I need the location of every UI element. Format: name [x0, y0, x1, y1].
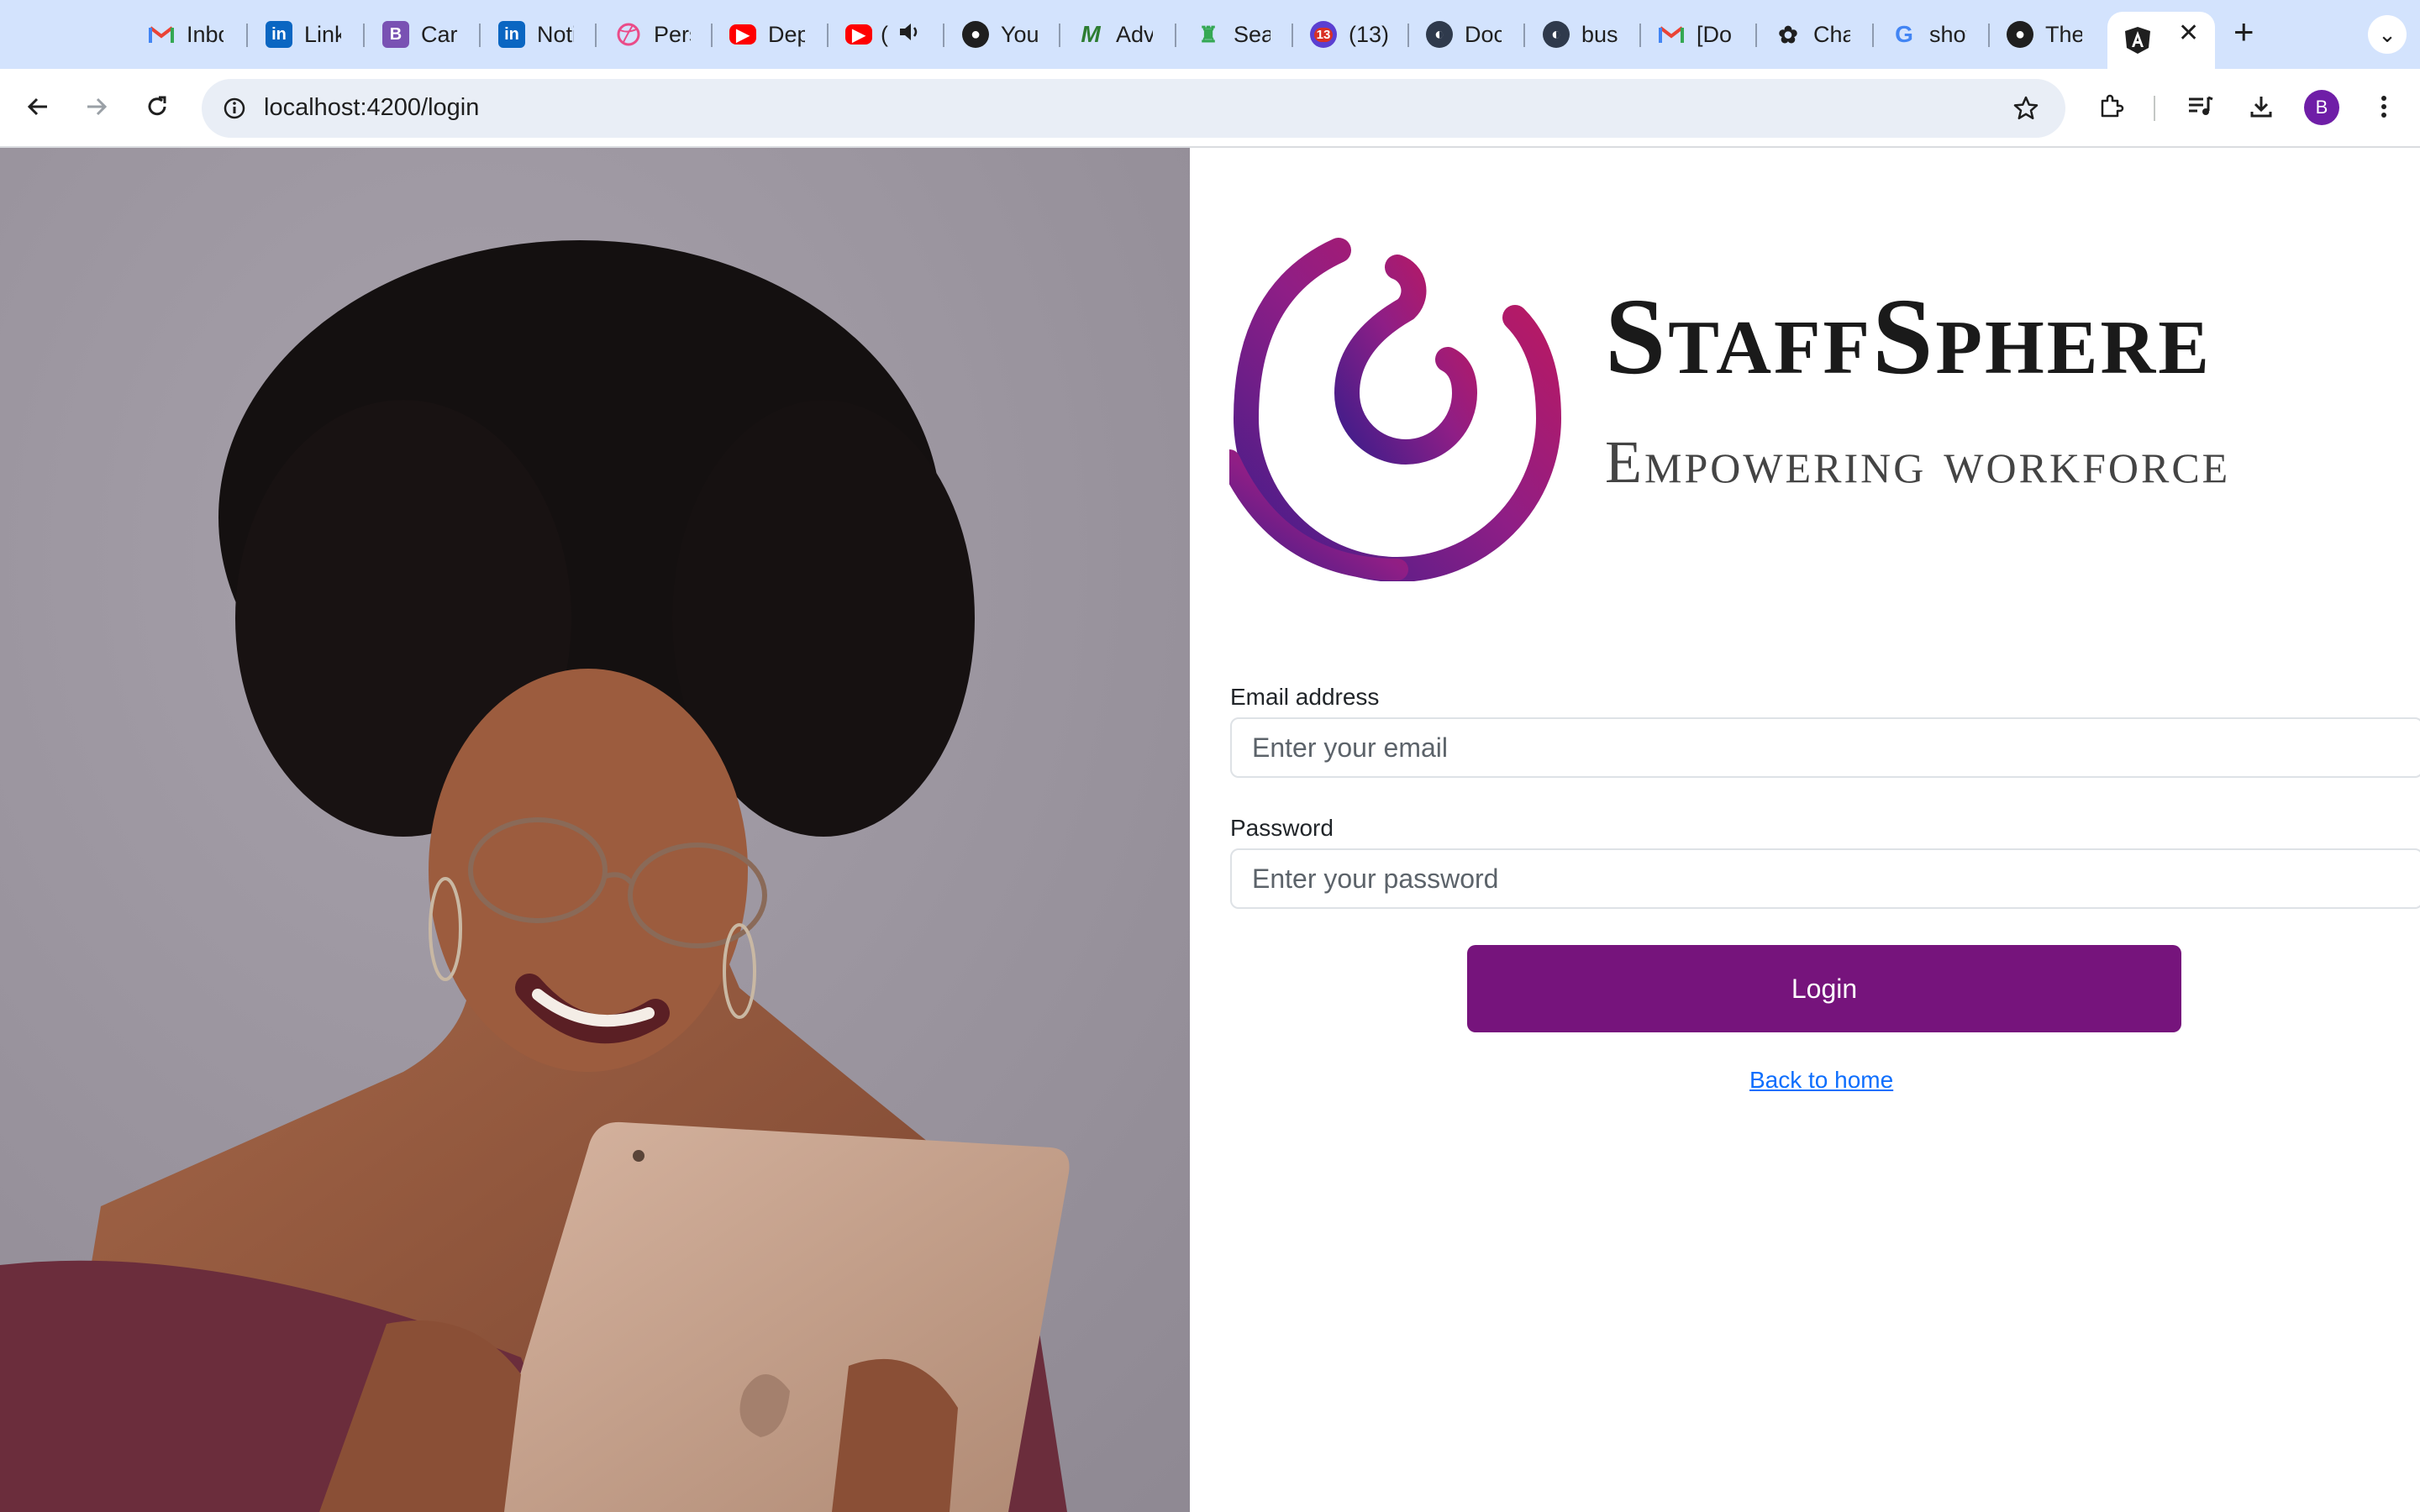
tab-title: Your — [1001, 21, 1038, 47]
tab-strip: Inbox in LinkedIn B Cards in Notificatio… — [0, 0, 2420, 69]
tab-4[interactable]: Personal — [615, 12, 699, 57]
tab-6[interactable]: ▶ ( — [845, 12, 929, 57]
tab-8[interactable]: M Advanced — [1077, 12, 1161, 57]
tab-13[interactable]: [Do — [1658, 12, 1742, 57]
browser-toolbar: localhost:4200/login B — [0, 69, 2420, 148]
password-input[interactable] — [1230, 848, 2420, 909]
tab-title: Notifications — [537, 21, 574, 47]
tab-9[interactable]: ♜ Search — [1195, 12, 1279, 57]
openai-icon: ✿ — [1778, 21, 1798, 48]
toolbar-divider — [2154, 96, 2155, 121]
tab-16[interactable]: ● The — [2007, 12, 2091, 57]
profile-avatar[interactable]: B — [2304, 90, 2339, 125]
more-menu-icon[interactable] — [2363, 86, 2405, 128]
linkedin-icon: in — [498, 21, 525, 48]
tab-title: Search — [1234, 21, 1270, 47]
forward-icon[interactable] — [76, 86, 118, 128]
tab-title: business — [1581, 21, 1618, 47]
tab-0[interactable]: Inbox — [148, 12, 232, 57]
tab-12[interactable]: ◐ business — [1543, 12, 1627, 57]
reload-icon[interactable] — [136, 86, 178, 128]
brand-name: StaffSphere — [1605, 276, 2212, 397]
tab-1[interactable]: in LinkedIn — [266, 12, 350, 57]
brand-tagline: Empowering workforce — [1605, 432, 2231, 492]
extensions-icon[interactable] — [2091, 86, 2133, 128]
back-icon[interactable] — [17, 86, 59, 128]
tab-divider — [1755, 24, 1757, 47]
address-bar[interactable]: localhost:4200/login — [202, 79, 2065, 138]
chevron-down-icon[interactable]: ⌄ — [2368, 15, 2407, 54]
speaker-icon[interactable] — [897, 21, 921, 49]
url-text[interactable]: localhost:4200/login — [264, 94, 479, 122]
media-control-icon[interactable] — [2180, 86, 2222, 128]
android-icon: ♜ — [1198, 21, 1218, 47]
download-icon[interactable] — [2240, 86, 2282, 128]
email-input[interactable] — [1230, 717, 2420, 778]
tab-15[interactable]: G show — [1891, 12, 1975, 57]
tab-divider — [1988, 24, 1990, 47]
tab-divider — [1639, 24, 1641, 47]
notification-icon: 13 — [1310, 21, 1337, 48]
tab-7[interactable]: ● Your — [962, 12, 1046, 57]
tab-divider — [1059, 24, 1060, 47]
tab-divider — [1292, 24, 1293, 47]
tab-title: Personal — [654, 21, 691, 47]
back-to-home-link[interactable]: Back to home — [1749, 1067, 1893, 1094]
gmail-icon — [148, 21, 175, 48]
youtube-icon: ▶ — [845, 24, 872, 45]
tab-10[interactable]: 13 (13) — [1310, 12, 1402, 57]
google-icon: G — [1895, 21, 1913, 47]
tab-badge: 13 — [1313, 27, 1334, 42]
tab-divider — [943, 24, 944, 47]
tab-divider — [1523, 24, 1525, 47]
tab-divider — [363, 24, 365, 47]
linkedin-icon: in — [266, 21, 292, 48]
tab-title: Cards — [421, 21, 458, 47]
tab-title: LinkedIn — [304, 21, 341, 47]
tab-divider — [479, 24, 481, 47]
tab-5[interactable]: ▶ Deploy — [729, 12, 813, 57]
tab-title: ( — [881, 21, 888, 47]
tab-divider — [595, 24, 597, 47]
tab-title: The — [2045, 21, 2082, 47]
m-logo-icon: M — [1081, 21, 1101, 47]
dribbble-icon — [615, 21, 642, 48]
tab-14[interactable]: ✿ ChatGPT — [1775, 12, 1859, 57]
docker-icon: ◐ — [1543, 21, 1570, 48]
email-label: Email address — [1230, 684, 1380, 710]
tab-title: Deploy — [768, 21, 805, 47]
hero-photo — [0, 148, 1190, 1512]
tab-11[interactable]: ◐ Docs — [1426, 12, 1510, 57]
new-tab-button[interactable]: + — [2233, 12, 2254, 52]
tab-2[interactable]: B Cards — [382, 12, 466, 57]
github-icon: ● — [962, 21, 989, 48]
youtube-icon: ▶ — [729, 24, 756, 45]
tab-divider — [1175, 24, 1176, 47]
staffsphere-logo-icon — [1218, 217, 1574, 582]
tab-divider — [246, 24, 248, 47]
tab-title: Inbox — [187, 21, 224, 47]
github-icon: ● — [2007, 21, 2033, 48]
login-button[interactable]: Login — [1467, 945, 2181, 1032]
tab-divider — [711, 24, 713, 47]
gmail-icon — [1658, 21, 1685, 48]
tab-title: (13) — [1349, 21, 1390, 47]
tab-title: ChatGPT — [1813, 21, 1850, 47]
tab-title: [Do — [1697, 21, 1733, 47]
docker-icon: ◐ — [1426, 21, 1453, 48]
tab-title: show — [1929, 21, 1966, 47]
close-tab-icon[interactable]: ✕ — [2178, 18, 2199, 48]
tab-divider — [1407, 24, 1409, 47]
angular-icon — [2124, 27, 2151, 54]
tab-title: Docs — [1465, 21, 1502, 47]
bookmark-star-icon[interactable] — [2005, 87, 2047, 129]
tab-divider — [827, 24, 829, 47]
tab-divider — [1872, 24, 1874, 47]
tab-3[interactable]: in Notifications — [498, 12, 582, 57]
password-label: Password — [1230, 815, 1334, 841]
tab-title: Advanced — [1116, 21, 1153, 47]
site-info-icon[interactable] — [213, 87, 255, 129]
bootstrap-icon: B — [382, 21, 409, 48]
